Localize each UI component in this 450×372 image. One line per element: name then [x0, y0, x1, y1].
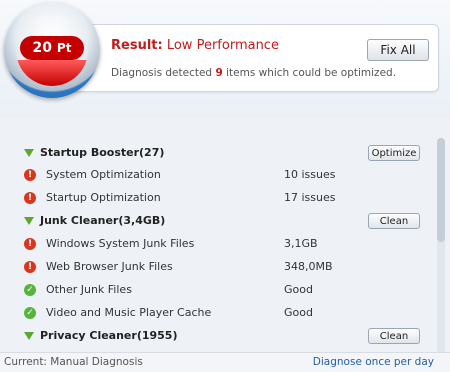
exclamation-icon: !: [24, 192, 36, 204]
triangle-down-icon[interactable]: [24, 148, 34, 158]
scrollbar-thumb[interactable]: [437, 138, 445, 242]
item-label: Other Junk Files: [46, 283, 132, 296]
item-value: 348,0MB: [284, 260, 333, 273]
diagnosis-mode-status: Current: Manual Diagnosis: [4, 356, 143, 368]
score-orb: 20 Pt: [4, 2, 100, 98]
exclamation-icon: !: [24, 238, 36, 250]
list-item: ✓ Video and Music Player Cache Good: [16, 302, 433, 324]
exclamation-icon: !: [24, 169, 36, 181]
list-item: ! Web Browser Junk Files 348,0MB: [16, 256, 433, 278]
result-issue-count: 9: [215, 67, 223, 79]
item-label: Web Browser Junk Files: [46, 260, 173, 273]
item-label: Video and Music Player Cache: [46, 306, 212, 319]
diagnose-once-per-day-link[interactable]: Diagnose once per day: [313, 356, 434, 368]
section-title: Privacy Cleaner(1955): [40, 329, 178, 342]
list-item: ! System Optimization 10 issues: [16, 164, 433, 186]
clean-button[interactable]: Clean: [368, 328, 420, 344]
item-value: 10 issues: [284, 168, 336, 181]
score-orb-liquid: [16, 60, 88, 86]
triangle-down-icon[interactable]: [24, 331, 34, 341]
exclamation-icon: !: [24, 261, 36, 273]
score-value: 20: [32, 40, 53, 56]
section-header-privacy-cleaner[interactable]: Privacy Cleaner(1955) Clean: [16, 325, 433, 346]
list-item: ! Windows System Junk Files 3,1GB: [16, 233, 433, 255]
optimize-button[interactable]: Optimize: [368, 145, 420, 161]
fix-all-button[interactable]: Fix All: [367, 39, 429, 61]
list-item: ! Startup Optimization 17 issues: [16, 187, 433, 209]
section-header-startup-booster[interactable]: Startup Booster(27) Optimize: [16, 142, 433, 164]
section-title: Startup Booster(27): [40, 146, 165, 159]
triangle-down-icon[interactable]: [24, 216, 34, 226]
result-card: Result: Low Performance Diagnosis detect…: [56, 24, 439, 92]
item-value: Good: [284, 283, 313, 296]
item-label: Windows System Junk Files: [46, 237, 195, 250]
item-label: System Optimization: [46, 168, 161, 181]
item-value: Good: [284, 306, 313, 319]
result-title: Result: Low Performance: [111, 38, 279, 53]
result-title-value: Low Performance: [166, 38, 279, 53]
result-desc-prefix: Diagnosis detected: [111, 67, 213, 79]
diagnosis-list: Startup Booster(27) Optimize ! System Op…: [16, 130, 433, 346]
section-header-junk-cleaner[interactable]: Junk Cleaner(3,4GB) Clean: [16, 210, 433, 232]
list-item: ✓ Other Junk Files Good: [16, 279, 433, 301]
checkmark-icon: ✓: [24, 284, 36, 296]
checkmark-icon: ✓: [24, 307, 36, 319]
section-title: Junk Cleaner(3,4GB): [40, 214, 166, 227]
item-label: Startup Optimization: [46, 191, 161, 204]
item-value: 3,1GB: [284, 237, 318, 250]
score-unit: Pt: [56, 41, 72, 55]
item-value: 17 issues: [284, 191, 336, 204]
result-title-label: Result:: [111, 38, 163, 53]
result-description: Diagnosis detected 9 items which could b…: [111, 67, 396, 79]
clean-button[interactable]: Clean: [368, 213, 420, 229]
status-bar: Current: Manual Diagnosis Diagnose once …: [0, 352, 450, 372]
result-desc-suffix: items which could be optimized.: [226, 67, 397, 79]
scrollbar[interactable]: [437, 138, 445, 354]
score-badge: 20 Pt: [20, 36, 84, 60]
